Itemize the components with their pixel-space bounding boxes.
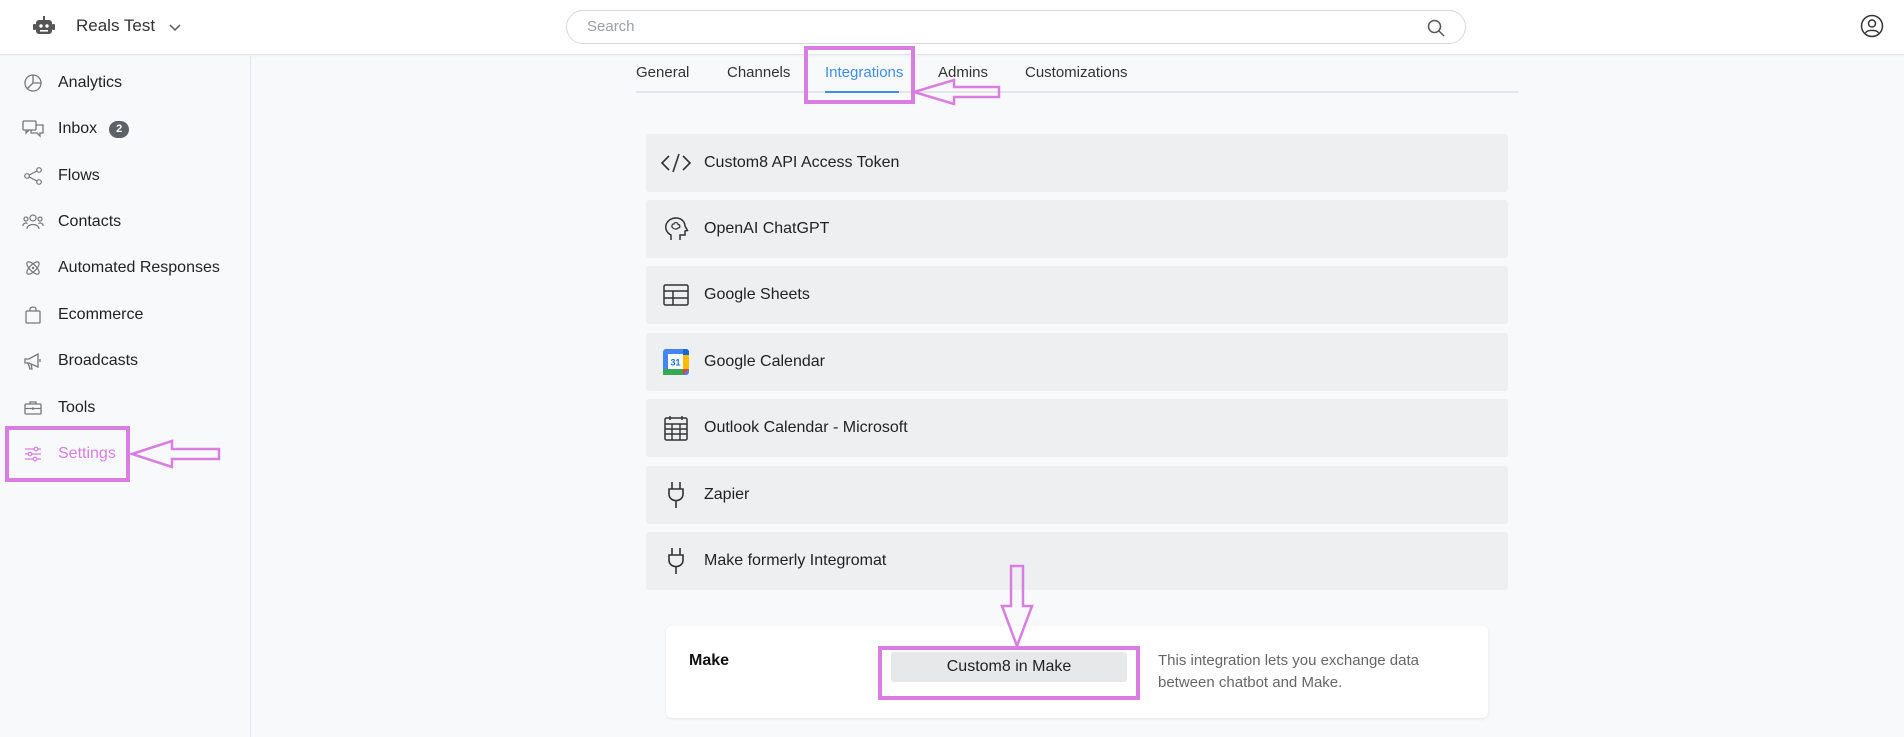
brain-head-icon [660, 213, 692, 245]
unread-count-badge: 2 [109, 120, 130, 138]
integration-label: Outlook Calendar - Microsoft [704, 419, 908, 436]
shopping-bag-icon [22, 304, 44, 326]
sliders-icon [22, 443, 44, 465]
custom8-in-make-button[interactable]: Custom8 in Make [891, 652, 1127, 682]
integration-openai-chatgpt[interactable]: OpenAI ChatGPT [646, 200, 1508, 258]
plug-icon [660, 479, 692, 511]
integration-zapier[interactable]: Zapier [646, 466, 1508, 524]
sidebar-item-tools[interactable]: Tools [22, 393, 95, 423]
integration-google-sheets[interactable]: Google Sheets [646, 266, 1508, 324]
settings-tabs: General Channels Integrations Admins Cus… [636, 56, 1518, 93]
sidebar-item-label: Broadcasts [58, 352, 139, 369]
active-tab-indicator [825, 91, 899, 93]
pie-chart-icon [22, 72, 44, 94]
project-name: Reals Test [76, 16, 156, 35]
search-icon[interactable] [1427, 19, 1445, 37]
sidebar-item-settings[interactable]: Settings [22, 439, 116, 469]
integration-custom8-api-token[interactable]: Custom8 API Access Token [646, 134, 1508, 192]
sidebar-item-analytics[interactable]: Analytics [22, 68, 122, 98]
sidebar-item-label: Automated Responses [58, 259, 220, 276]
sidebar-item-ecommerce[interactable]: Ecommerce [22, 300, 143, 330]
sidebar-item-automated-responses[interactable]: Automated Responses [22, 253, 220, 283]
code-icon [660, 147, 692, 179]
tab-customizations[interactable]: Customizations [1025, 64, 1128, 81]
chevron-down-icon [169, 23, 181, 31]
tab-channels[interactable]: Channels [727, 64, 790, 81]
card-description: This integration lets you exchange data … [1158, 652, 1419, 691]
integration-label: Make formerly Integromat [704, 552, 887, 569]
integration-make[interactable]: Make formerly Integromat [646, 532, 1508, 590]
top-bar: Reals Test [0, 0, 1904, 55]
integration-label: OpenAI ChatGPT [704, 220, 830, 237]
integration-google-calendar[interactable]: 31 Google Calendar [646, 333, 1508, 391]
users-icon [22, 211, 44, 233]
tab-admins[interactable]: Admins [938, 64, 988, 81]
tab-integrations[interactable]: Integrations [825, 64, 903, 81]
project-selector[interactable]: Reals Test [76, 16, 181, 36]
sidebar-item-label: Contacts [58, 213, 122, 230]
make-integration-card: Make Custom8 in Make This integration le… [666, 626, 1488, 718]
integration-label: Google Calendar [704, 353, 825, 370]
integration-outlook-calendar[interactable]: Outlook Calendar - Microsoft [646, 399, 1508, 457]
sidebar-item-contacts[interactable]: Contacts [22, 207, 121, 237]
sidebar-item-inbox[interactable]: Inbox 2 [22, 114, 130, 144]
sidebar-item-label: Analytics [58, 74, 123, 91]
card-title: Make [689, 652, 730, 669]
megaphone-icon [22, 350, 44, 372]
tab-general[interactable]: General [636, 64, 689, 81]
integration-label: Zapier [704, 486, 750, 503]
integration-label: Google Sheets [704, 286, 810, 303]
integration-label: Custom8 API Access Token [704, 154, 900, 171]
toolbox-icon [22, 397, 44, 419]
table-icon [660, 279, 692, 311]
atom-icon [22, 257, 44, 279]
user-account-icon[interactable] [1860, 14, 1884, 38]
sidebar-item-label: Flows [58, 167, 100, 184]
calendar-day-text: 31 [670, 358, 680, 368]
sidebar-item-flows[interactable]: Flows [22, 161, 100, 191]
search-bar [566, 10, 1466, 44]
chat-bubbles-icon [22, 118, 44, 140]
sidebar-item-label: Ecommerce [58, 306, 144, 323]
sidebar-item-label: Tools [58, 399, 96, 416]
flow-nodes-icon [22, 165, 44, 187]
google-calendar-icon: 31 [660, 346, 692, 378]
calendar-grid-icon [660, 412, 692, 444]
plug-icon [660, 545, 692, 577]
sidebar-item-broadcasts[interactable]: Broadcasts [22, 346, 138, 376]
bot-logo-icon[interactable] [32, 15, 56, 39]
sidebar-item-label: Inbox [58, 120, 98, 137]
search-input[interactable] [587, 18, 1387, 35]
sidebar-item-label: Settings [58, 445, 116, 462]
sidebar: Analytics Inbox 2 Flows Contacts Automat… [0, 56, 251, 737]
